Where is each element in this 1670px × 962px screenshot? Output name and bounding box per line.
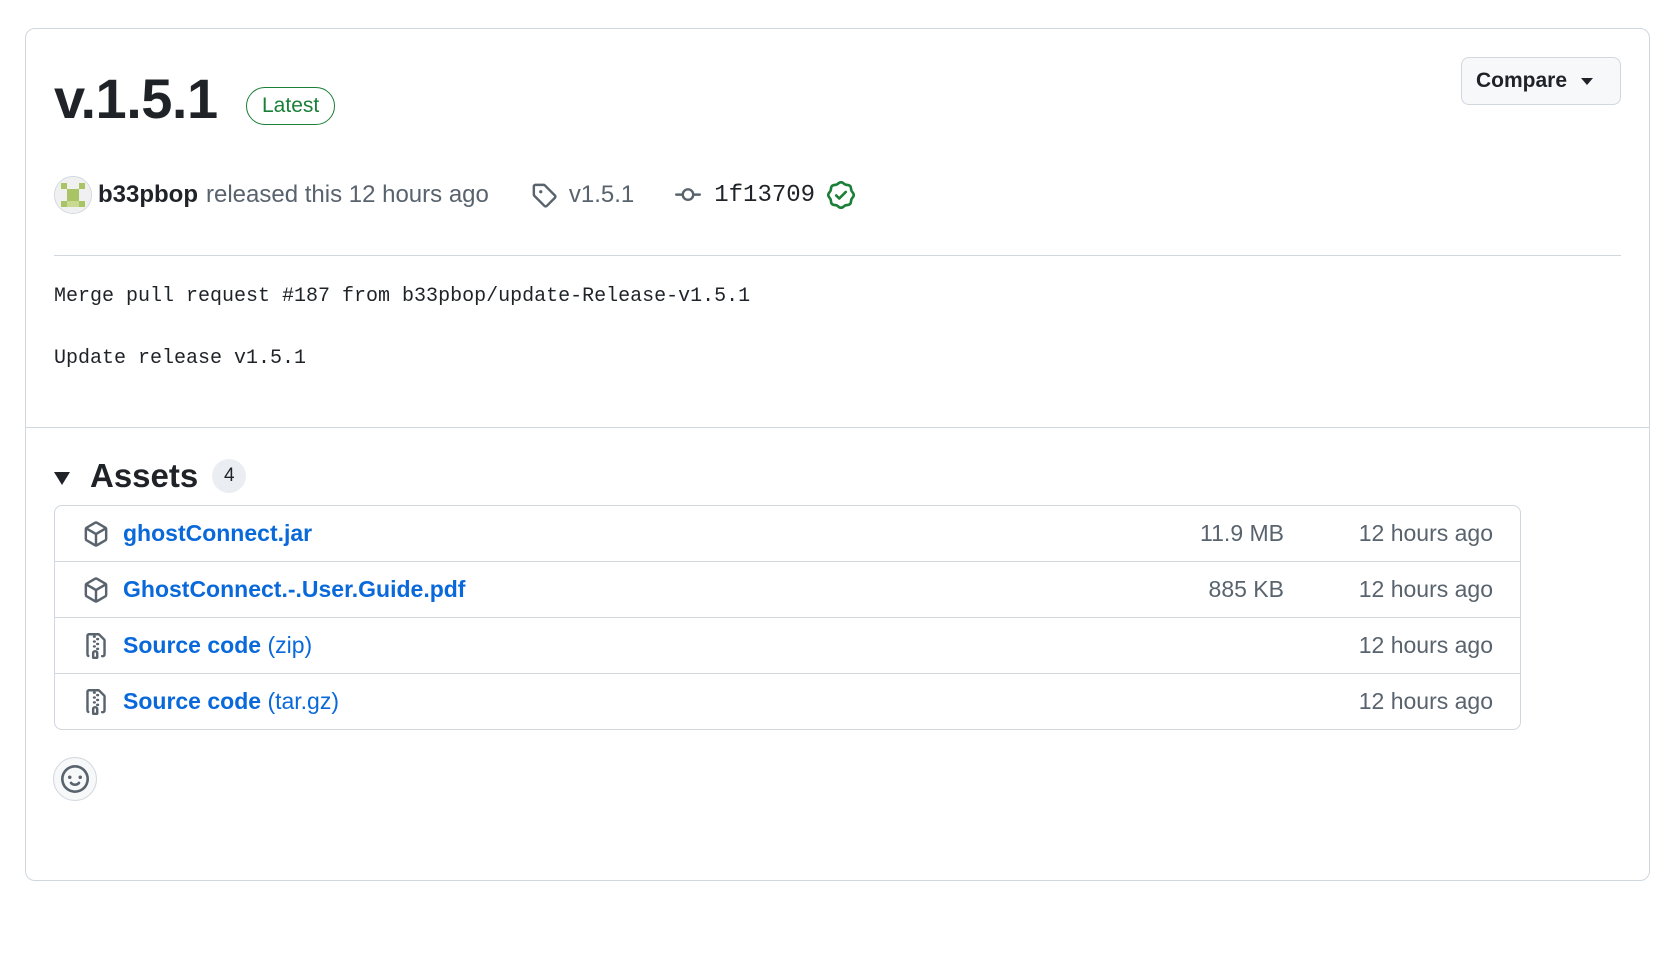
commit-link[interactable]: 1f13709 [674,181,856,209]
triangle-down-icon [1581,77,1594,85]
triangle-down-icon [54,471,70,485]
asset-size: 11.9 MB [1200,520,1284,546]
file-zip-icon [86,633,106,659]
latest-badge: Latest [246,87,336,125]
asset-link[interactable]: Source code (zip) [123,632,312,659]
asset-row: ghostConnect.jar 11.9 MB 12 hours ago [55,506,1520,562]
file-zip-icon [86,689,106,715]
release-title[interactable]: v.1.5.1 [54,69,218,129]
tag-label: v1.5.1 [568,181,635,208]
asset-row: Source code (tar.gz) 12 hours ago [55,674,1520,729]
compare-label: Compare [1476,69,1568,92]
asset-time: 12 hours ago [1358,520,1493,546]
note-line: Update release v1.5.1 [54,347,307,370]
release-header: v.1.5.1 Latest Compare b33pbop released … [26,29,1649,428]
verified-icon[interactable] [827,181,856,209]
package-icon [84,577,108,603]
commit-sha: 1f13709 [714,181,816,209]
note-line: Merge pull request #187 from b33pbop/upd… [54,285,751,308]
release-notes: Merge pull request #187 from b33pbop/upd… [54,281,750,405]
assets-toggle[interactable]: Assets 4 [54,457,247,495]
assets-title: Assets [90,457,199,494]
released-text: released this 12 hours ago [206,181,489,208]
asset-row: Source code (zip) 12 hours ago [55,618,1520,674]
release-meta: b33pbop released this 12 hours ago v1.5.… [54,175,856,215]
asset-time: 12 hours ago [1358,576,1493,602]
asset-link[interactable]: ghostConnect.jar [123,520,312,547]
tag-link[interactable]: v1.5.1 [531,181,634,209]
divider [54,255,1621,256]
release-card: v.1.5.1 Latest Compare b33pbop released … [25,28,1650,881]
tag-icon [532,183,557,208]
compare-button[interactable]: Compare [1461,57,1621,105]
asset-time: 12 hours ago [1358,688,1493,714]
avatar[interactable] [54,176,92,214]
assets-list: ghostConnect.jar 11.9 MB 12 hours ago Gh… [54,505,1521,730]
asset-link[interactable]: Source code (tar.gz) [123,688,339,715]
asset-link[interactable]: GhostConnect.-.User.Guide.pdf [123,576,465,603]
git-commit-icon [675,188,702,202]
add-reaction-button[interactable] [53,757,97,801]
asset-row: GhostConnect.-.User.Guide.pdf 885 KB 12 … [55,562,1520,618]
asset-time: 12 hours ago [1358,632,1493,658]
smiley-icon [61,765,89,793]
assets-count-badge: 4 [212,459,247,493]
asset-size: 885 KB [1208,576,1284,602]
author-link[interactable]: b33pbop [98,181,198,209]
package-icon [84,521,108,547]
